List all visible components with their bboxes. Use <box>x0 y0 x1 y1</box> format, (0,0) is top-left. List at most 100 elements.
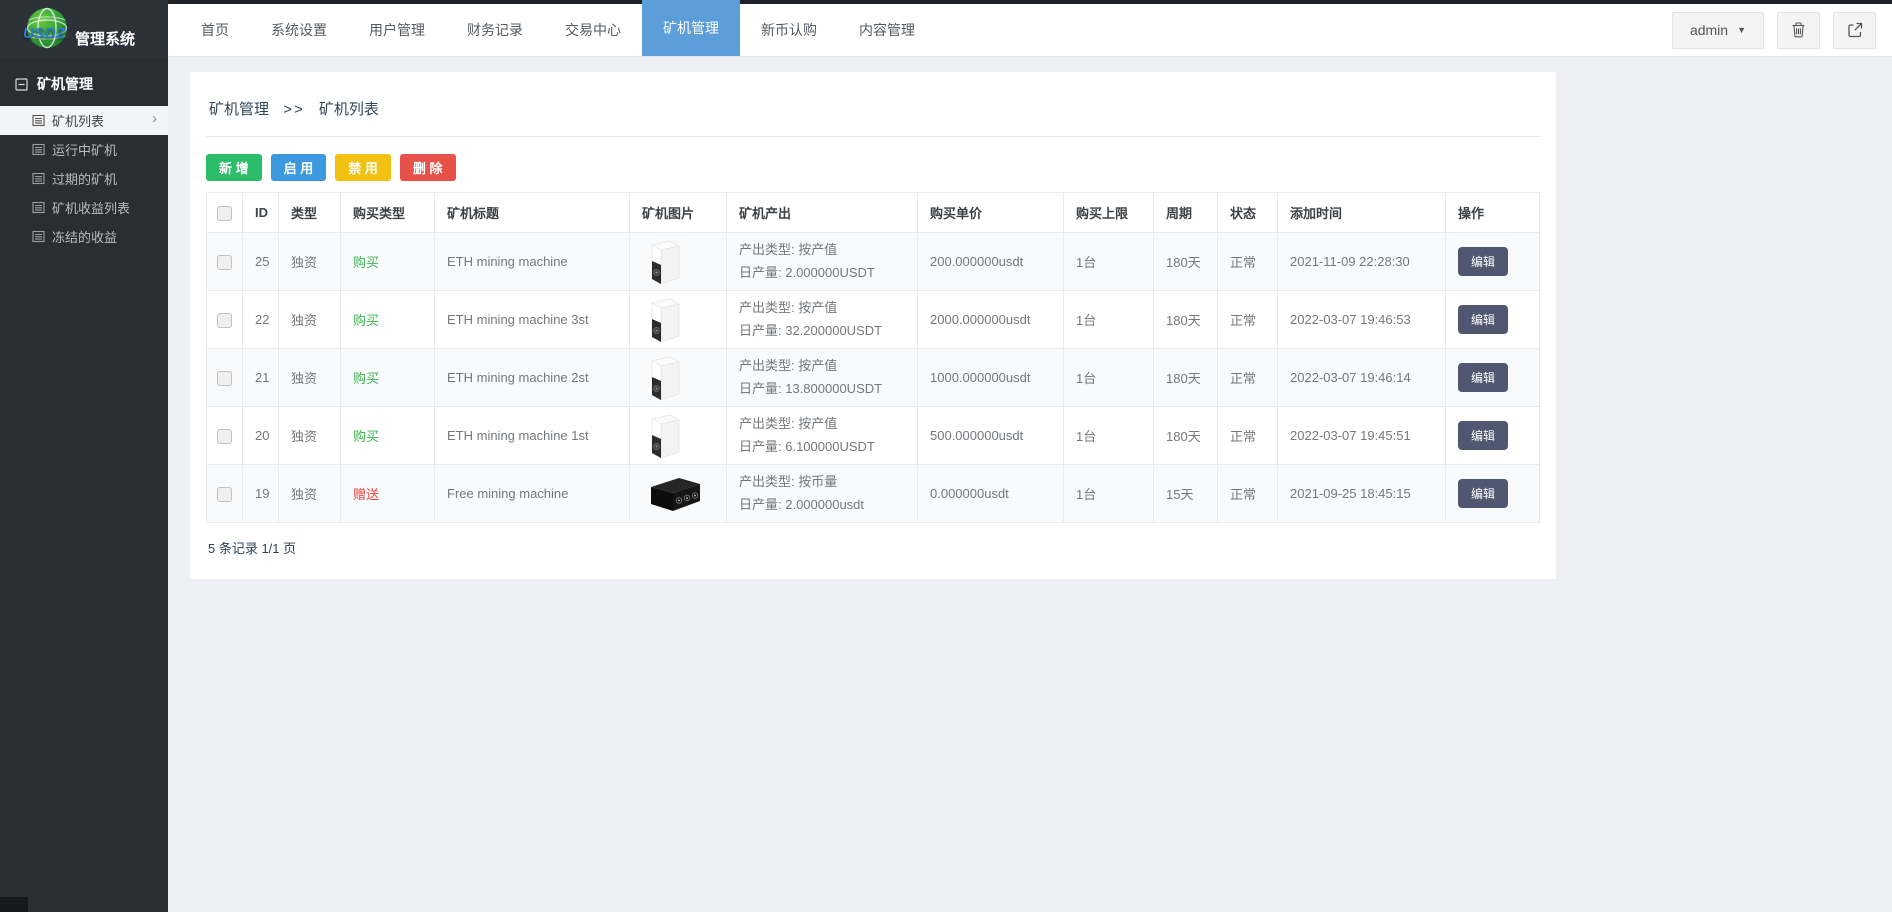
nav-item[interactable]: 交易中心 <box>544 0 642 56</box>
output-type: 产出类型: 按产值 <box>739 241 838 257</box>
cell-added-time: 2022-03-07 19:46:14 <box>1277 348 1446 407</box>
nav-item[interactable]: 首页 <box>180 0 250 56</box>
row-checkbox[interactable] <box>217 312 232 328</box>
cell-id: 21 <box>242 348 279 407</box>
cell-limit: 1台 <box>1063 464 1154 523</box>
cell-period: 180天 <box>1153 290 1218 349</box>
cell-price: 2000.000000usdt <box>917 290 1064 349</box>
breadcrumb: 矿机管理 >> 矿机列表 <box>206 92 1540 137</box>
cell-title: ETH mining machine <box>434 232 630 291</box>
sidebar-item[interactable]: 过期的矿机 › <box>0 164 168 193</box>
sidebar-collapse-button[interactable] <box>0 897 28 912</box>
list-icon <box>32 230 45 243</box>
add-button[interactable]: 新 增 <box>206 154 262 181</box>
output-type: 产出类型: 按产值 <box>739 299 838 315</box>
disable-button[interactable]: 禁 用 <box>335 154 391 181</box>
trash-button[interactable] <box>1777 11 1820 49</box>
sidebar-item-label: 运行中矿机 <box>52 143 118 158</box>
cell-price: 500.000000usdt <box>917 406 1064 465</box>
nav-item-label: 矿机管理 <box>663 20 719 36</box>
cell-actions: 编辑 <box>1445 290 1540 349</box>
delete-button[interactable]: 删 除 <box>399 154 456 181</box>
select-all-checkbox[interactable] <box>217 205 232 221</box>
cell-status: 正常 <box>1217 232 1278 291</box>
column-header: 购买上限 <box>1063 192 1154 233</box>
cell-price: 200.000000usdt <box>917 232 1064 291</box>
daily-output: 日产量: 2.000000usdt <box>739 496 865 512</box>
nav-item-label: 首页 <box>201 22 229 38</box>
sidebar-section-header[interactable]: 矿机管理 <box>0 57 168 106</box>
breadcrumb-current: 矿机列表 <box>318 101 379 118</box>
cell-image <box>629 348 727 407</box>
edit-button[interactable]: 编辑 <box>1458 305 1509 334</box>
logo[interactable]: USDZ 管理系统 <box>0 0 168 57</box>
list-icon <box>32 172 45 185</box>
list-icon <box>32 201 45 214</box>
edit-button[interactable]: 编辑 <box>1458 247 1509 276</box>
daily-output: 日产量: 6.100000USDT <box>739 438 875 454</box>
cell-status: 正常 <box>1217 464 1278 523</box>
cell-limit: 1台 <box>1063 348 1154 407</box>
table-header-row: ID 类型 购买类型 矿机标题 矿机图片 矿机产出 购买单价 购买上限 周期 状态 添加时间 操作 <box>206 192 1540 233</box>
machine-table-body: 25 独资 购买 ETH mining machine 产出类型: 按产值 日产… <box>206 232 1540 523</box>
column-header: 添加时间 <box>1277 192 1446 233</box>
edit-button[interactable]: 编辑 <box>1458 421 1509 450</box>
main-content: 矿机管理 >> 矿机列表 新 增 启 用 禁 用 删 除 ID 类型 购买类型 矿机标… <box>168 57 1892 912</box>
nav-item[interactable]: 内容管理 <box>838 0 936 56</box>
pagination-summary: 5 条记录 1/1 页 <box>208 541 297 556</box>
edit-button[interactable]: 编辑 <box>1458 479 1509 508</box>
cell-output: 产出类型: 按产值 日产量: 32.200000USDT <box>726 290 918 349</box>
sidebar-item[interactable]: 冻结的收益 › <box>0 222 168 251</box>
cell-id: 25 <box>242 232 279 291</box>
sidebar-item-label: 冻结的收益 <box>52 230 118 245</box>
cell-id: 19 <box>242 464 279 523</box>
cell-image <box>629 406 727 465</box>
table-row: 21 独资 购买 ETH mining machine 2st 产出类型: 按产… <box>206 348 1540 407</box>
row-checkbox[interactable] <box>217 428 232 444</box>
sidebar-section-label: 矿机管理 <box>37 76 93 92</box>
cell-added-time: 2021-09-25 18:45:15 <box>1277 464 1446 523</box>
edit-button[interactable]: 编辑 <box>1458 363 1509 392</box>
cell-price: 0.000000usdt <box>917 464 1064 523</box>
cell-actions: 编辑 <box>1445 406 1540 465</box>
cell-status: 正常 <box>1217 290 1278 349</box>
nav-item[interactable]: 财务记录 <box>446 0 544 56</box>
sidebar-item[interactable]: 运行中矿机 › <box>0 135 168 164</box>
row-checkbox[interactable] <box>217 486 232 502</box>
cell-id: 22 <box>242 290 279 349</box>
cell-type: 独资 <box>278 406 341 465</box>
enable-button[interactable]: 启 用 <box>270 154 327 181</box>
nav-item[interactable]: 矿机管理 <box>642 0 740 56</box>
cell-period: 180天 <box>1153 232 1218 291</box>
table-row: 19 独资 赠送 Free mining machine 产出类型: 按币量 日… <box>206 464 1540 523</box>
sidebar-item[interactable]: 矿机收益列表 › <box>0 193 168 222</box>
content-card: 矿机管理 >> 矿机列表 新 增 启 用 禁 用 删 除 ID 类型 购买类型 矿机标… <box>190 72 1556 579</box>
cell-type: 独资 <box>278 232 341 291</box>
output-type: 产出类型: 按币量 <box>739 473 838 489</box>
main-nav: 首页 系统设置 用户管理 财务记录 交易中心 矿机管理 新币认购 内容管理 <box>180 0 936 56</box>
machine-image <box>646 238 684 286</box>
cell-title: ETH mining machine 1st <box>434 406 630 465</box>
machine-table: ID 类型 购买类型 矿机标题 矿机图片 矿机产出 购买单价 购买上限 周期 状态 添加时间 操作 2… <box>206 192 1540 523</box>
column-header: 购买单价 <box>917 192 1064 233</box>
column-header: ID <box>242 192 279 233</box>
column-header: 矿机标题 <box>434 192 630 233</box>
cell-buy-type: 购买 <box>340 348 435 407</box>
nav-item[interactable]: 新币认购 <box>740 0 838 56</box>
logout-button[interactable] <box>1833 11 1876 49</box>
cell-buy-type: 赠送 <box>340 464 435 523</box>
cell-added-time: 2021-11-09 22:28:30 <box>1277 232 1446 291</box>
cell-period: 180天 <box>1153 348 1218 407</box>
toolbar: 新 增 启 用 禁 用 删 除 <box>206 154 1540 181</box>
user-menu-button[interactable]: admin ▼ <box>1671 11 1764 49</box>
breadcrumb-separator: >> <box>283 101 305 118</box>
nav-item[interactable]: 系统设置 <box>250 0 348 56</box>
row-checkbox[interactable] <box>217 370 232 386</box>
cell-status: 正常 <box>1217 406 1278 465</box>
output-type: 产出类型: 按产值 <box>739 415 838 431</box>
cell-status: 正常 <box>1217 348 1278 407</box>
sidebar-item[interactable]: 矿机列表 › <box>0 106 168 135</box>
row-checkbox[interactable] <box>217 254 232 270</box>
nav-item[interactable]: 用户管理 <box>348 0 446 56</box>
cell-type: 独资 <box>278 290 341 349</box>
